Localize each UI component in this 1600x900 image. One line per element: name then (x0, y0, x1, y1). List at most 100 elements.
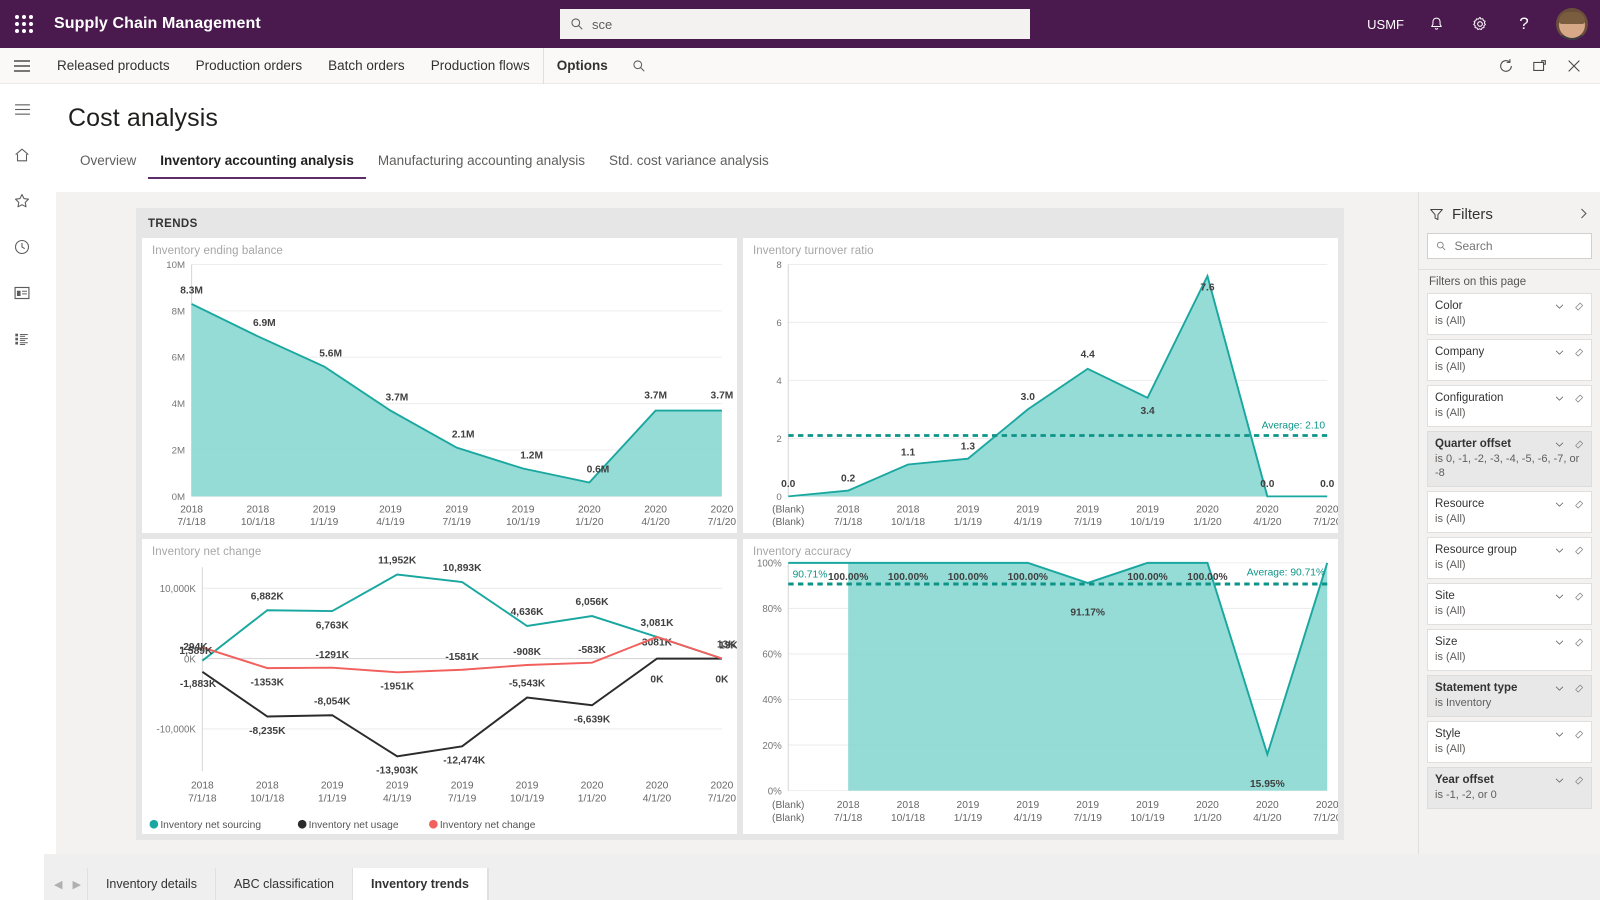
data-label: -8,054K (314, 696, 351, 707)
legend-item[interactable]: Inventory net usage (298, 820, 399, 831)
filter-card-quarter-offset[interactable]: Quarter offsetis 0, -1, -2, -3, -4, -5, … (1427, 431, 1592, 487)
module-menu-bar: Released products Production orders Batc… (0, 48, 1600, 84)
eraser-icon[interactable] (1571, 299, 1587, 313)
tab-overview[interactable]: Overview (68, 149, 148, 179)
eraser-icon[interactable] (1571, 773, 1587, 787)
chevron-down-icon[interactable] (1551, 497, 1567, 511)
tab-manufacturing-accounting-analysis[interactable]: Manufacturing accounting analysis (366, 149, 597, 179)
open-in-new-window-icon[interactable] (1524, 50, 1556, 82)
filter-card-resource[interactable]: Resourceis (All) (1427, 491, 1592, 533)
chevron-down-icon[interactable] (1551, 299, 1567, 313)
filter-card-statement-type[interactable]: Statement typeis Inventory (1427, 675, 1592, 717)
eraser-icon[interactable] (1571, 589, 1587, 603)
filter-card-size[interactable]: Sizeis (All) (1427, 629, 1592, 671)
data-label: 91.17% (1070, 607, 1105, 618)
eraser-icon[interactable] (1571, 635, 1587, 649)
x-axis-tick: 2019 (313, 505, 336, 516)
x-axis-tick: 2018 (247, 505, 270, 516)
workspace-icon[interactable] (4, 276, 40, 310)
chart-inventory-net-change[interactable]: Inventory net change -10,000K0K10,000K-2… (142, 539, 737, 834)
data-label: 3.7M (711, 391, 734, 402)
chevron-left-icon[interactable]: ◀ (54, 878, 62, 891)
report-page-tabs: ◀ ▶ Inventory details ABC classification… (44, 854, 1600, 900)
chevron-down-icon[interactable] (1551, 543, 1567, 557)
chevron-down-icon[interactable] (1551, 345, 1567, 359)
legend-item[interactable]: Inventory net sourcing (150, 820, 262, 831)
home-icon[interactable] (4, 138, 40, 172)
clock-icon[interactable] (4, 230, 40, 264)
avatar[interactable] (1556, 8, 1588, 40)
global-search[interactable] (560, 9, 1030, 39)
y-axis-tick: 6M (172, 352, 186, 363)
data-label: 8.3M (180, 286, 203, 297)
x-axis-tick: 2019 (1136, 505, 1159, 516)
chevron-right-icon[interactable] (1577, 207, 1590, 223)
menu-item-released-products[interactable]: Released products (44, 48, 183, 84)
filter-card-style[interactable]: Styleis (All) (1427, 721, 1592, 763)
hamburger-icon[interactable] (0, 48, 44, 84)
eraser-icon[interactable] (1571, 345, 1587, 359)
x-axis-tick: 2019 (379, 505, 402, 516)
eraser-icon[interactable] (1571, 681, 1587, 695)
bell-icon[interactable] (1416, 0, 1456, 48)
filter-card-resource-group[interactable]: Resource groupis (All) (1427, 537, 1592, 579)
legend-item[interactable]: Inventory net change (429, 820, 536, 831)
x-axis-tick: 1/1/19 (310, 517, 339, 528)
menu-item-batch-orders[interactable]: Batch orders (315, 48, 418, 84)
gear-icon[interactable] (1460, 0, 1500, 48)
company-indicator[interactable]: USMF (1359, 0, 1412, 48)
filter-card-site[interactable]: Siteis (All) (1427, 583, 1592, 625)
question-mark-icon[interactable]: ? (1504, 0, 1544, 48)
chevron-down-icon[interactable] (1551, 681, 1567, 695)
page-tab-inventory-trends[interactable]: Inventory trends (352, 868, 488, 900)
chevron-down-icon[interactable] (1551, 635, 1567, 649)
filter-card-configuration[interactable]: Configurationis (All) (1427, 385, 1592, 427)
svg-text:Inventory net change: Inventory net change (440, 820, 536, 831)
tab-inventory-accounting-analysis[interactable]: Inventory accounting analysis (148, 149, 366, 179)
eraser-icon[interactable] (1571, 727, 1587, 741)
menu-item-production-flows[interactable]: Production flows (418, 48, 543, 84)
svg-text:Inventory net sourcing: Inventory net sourcing (160, 820, 261, 831)
data-label: 1,589K (179, 646, 213, 657)
filters-search[interactable] (1427, 233, 1592, 259)
tab-std-cost-variance-analysis[interactable]: Std. cost variance analysis (597, 149, 781, 179)
filter-card-year-offset[interactable]: Year offsetis -1, -2, or 0 (1427, 767, 1592, 809)
svg-text:Inventory net usage: Inventory net usage (309, 820, 399, 831)
filter-card-company[interactable]: Companyis (All) (1427, 339, 1592, 381)
page-tab-strip-filler (488, 868, 1600, 900)
chevron-down-icon[interactable] (1551, 589, 1567, 603)
x-axis-tick: 10/1/18 (250, 793, 284, 804)
star-icon[interactable] (4, 184, 40, 218)
chevron-down-icon[interactable] (1551, 773, 1567, 787)
filter-card-color[interactable]: Coloris (All) (1427, 293, 1592, 335)
app-launcher-icon[interactable] (0, 0, 48, 48)
chart-inventory-turnover-ratio[interactable]: Inventory turnover ratio 02468Average: 2… (743, 238, 1338, 533)
page-tab-inventory-details[interactable]: Inventory details (87, 868, 215, 900)
eraser-icon[interactable] (1571, 497, 1587, 511)
menu-item-production-orders[interactable]: Production orders (183, 48, 316, 84)
chart-inventory-accuracy[interactable]: Inventory accuracy 0%20%40%60%80%100%90.… (743, 539, 1338, 834)
eraser-icon[interactable] (1571, 391, 1587, 405)
chevron-down-icon[interactable] (1551, 437, 1567, 451)
chevron-down-icon[interactable] (1551, 391, 1567, 405)
data-label: -8,235K (249, 726, 286, 737)
eraser-icon[interactable] (1571, 543, 1587, 557)
page-tab-abc-classification[interactable]: ABC classification (215, 868, 352, 900)
y-axis-tick: 2M (172, 445, 186, 456)
chevron-down-icon[interactable] (1551, 727, 1567, 741)
close-icon[interactable] (1558, 50, 1590, 82)
list-icon[interactable] (4, 322, 40, 356)
x-axis-tick: 7/1/18 (177, 517, 206, 528)
data-label: -13,903K (376, 766, 419, 777)
data-label: 3.7M (386, 393, 409, 404)
chart-inventory-ending-balance[interactable]: Inventory ending balance 0M2M4M6M8M10M8.… (142, 238, 737, 533)
refresh-icon[interactable] (1490, 50, 1522, 82)
menu-item-options[interactable]: Options (543, 48, 621, 84)
filters-search-input[interactable] (1454, 239, 1583, 253)
search-input[interactable] (592, 17, 1020, 32)
eraser-icon[interactable] (1571, 437, 1587, 451)
chevron-right-icon[interactable]: ▶ (72, 878, 80, 891)
hamburger-icon[interactable] (4, 92, 40, 126)
menu-search-icon[interactable] (621, 48, 657, 84)
x-axis-tick: 2020 (1316, 800, 1338, 811)
